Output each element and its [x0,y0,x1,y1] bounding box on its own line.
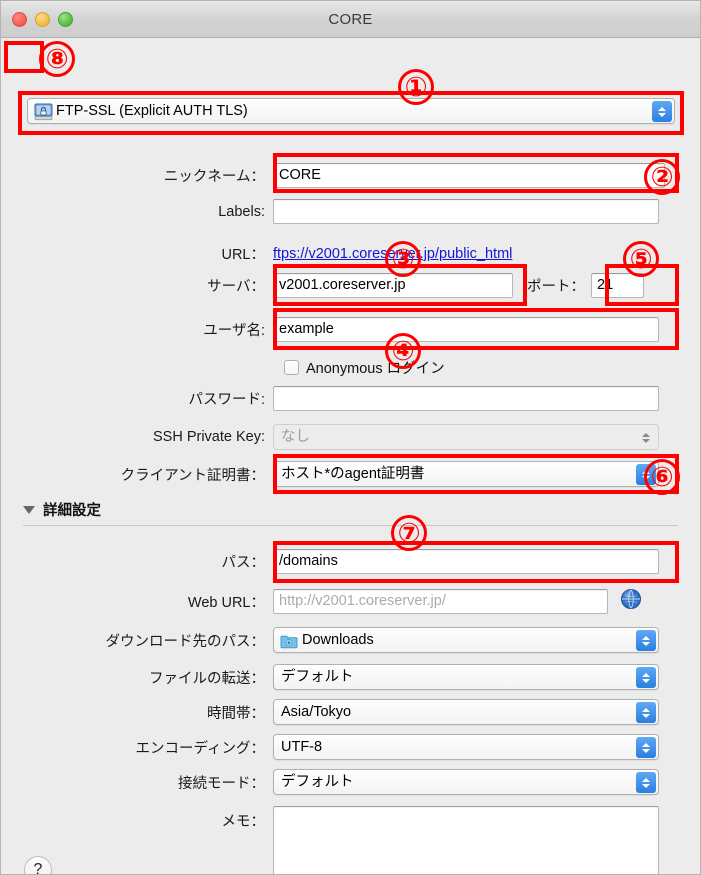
file-transfer-value: デフォルト [281,669,354,685]
password-row: パスワード: [1,386,700,411]
url-row: URL： ftps://v2001.coreserver.jp/public_h… [1,243,700,264]
url-label: URL： [221,247,265,263]
download-path-label: ダウンロード先のパス： [105,633,266,650]
client-cert-popup[interactable]: ホスト*のagent証明書 [273,461,659,487]
nickname-row: ニックネーム： CORE [1,163,700,188]
chevron-updown-icon[interactable] [636,702,656,723]
labels-label: Labels: [218,203,265,220]
protocol-popup[interactable]: FTP-SSL (Explicit AUTH TLS) [27,98,675,124]
core-connection-window: CORE FTP-SSL (Explicit AUTH TLS) ニックネーム：… [0,0,701,875]
anonymous-login-label: Anonymous ログイン [306,361,445,377]
port-field[interactable]: 21 [591,273,644,298]
server-field[interactable]: v2001.coreserver.jp [273,273,513,298]
username-label: ユーザ名: [203,323,265,339]
path-field[interactable]: /domains [273,549,659,574]
connection-mode-row: 接続モード： デフォルト [1,769,700,795]
path-row: パス： /domains [1,549,700,574]
timezone-popup[interactable]: Asia/Tokyo [273,699,659,725]
annotation-marker-8: ⑧ [39,41,75,77]
port-label: ポート： [527,279,585,295]
encoding-value: UTF-8 [281,739,323,755]
labels-field[interactable] [273,199,659,224]
nickname-label: ニックネーム： [163,169,265,185]
web-url-row: Web URL： http://v2001.coreserver.jp/ [1,588,700,615]
connection-mode-value: デフォルト [281,774,354,790]
url-link[interactable]: ftps://v2001.coreserver.jp/public_html [273,246,512,262]
connection-mode-label: 接続モード： [178,775,265,792]
chevron-updown-icon[interactable] [636,772,656,793]
annotation-box-8 [4,41,44,73]
memo-label: メモ： [221,814,266,830]
section-divider [23,525,678,526]
window-title: CORE [328,11,373,28]
chevron-updown-icon[interactable] [636,667,656,688]
chevron-updown-icon[interactable] [636,464,656,485]
server-label: サーバ： [207,279,265,295]
annotation-marker-7: ⑦ [391,515,427,551]
ssh-private-key-popup: なし [273,424,659,450]
file-transfer-popup[interactable]: デフォルト [273,664,659,690]
client-cert-row: クライアント証明書： ホスト*のagent証明書 [1,461,700,487]
globe-icon[interactable] [620,588,642,615]
chevron-updown-icon[interactable] [652,101,672,122]
client-cert-label: クライアント証明書： [120,467,265,484]
web-url-field[interactable]: http://v2001.coreserver.jp/ [273,589,608,614]
encoding-row: エンコーディング： UTF-8 [1,734,700,760]
timezone-row: 時間帯： Asia/Tokyo [1,699,700,725]
ssh-private-key-value: なし [281,429,310,445]
connection-mode-popup[interactable]: デフォルト [273,769,659,795]
web-url-label: Web URL： [187,595,265,611]
path-label: パス： [221,555,266,571]
labels-row: Labels: [1,199,700,224]
encoding-popup[interactable]: UTF-8 [273,734,659,760]
client-cert-value: ホスト*のagent証明書 [281,466,425,482]
advanced-section-toggle[interactable]: 詳細設定 [23,499,101,520]
protocol-value: FTP-SSL (Explicit AUTH TLS) [56,103,248,119]
anonymous-login-checkbox[interactable] [284,360,299,375]
server-row: サーバ： v2001.coreserver.jp ポート： 21 [1,273,700,298]
timezone-label: 時間帯： [207,705,265,722]
chevron-updown-icon[interactable] [636,630,656,651]
chevron-updown-icon [636,427,656,448]
file-transfer-label: ファイルの転送： [149,670,265,687]
download-path-popup[interactable]: Downloads [273,627,659,653]
username-field[interactable]: example [273,317,659,342]
download-path-row: ダウンロード先のパス： Downloads [1,627,700,653]
memo-textarea[interactable] [273,806,659,874]
server-lock-icon [34,103,53,123]
password-field[interactable] [273,386,659,411]
encoding-label: エンコーディング： [135,740,265,757]
chevron-updown-icon[interactable] [636,737,656,758]
advanced-section-label: 詳細設定 [43,503,101,519]
disclosure-triangle-icon[interactable] [23,505,35,514]
username-row: ユーザ名: example [1,317,700,342]
title-bar: CORE [1,1,700,38]
password-label: パスワード: [188,392,265,408]
download-folder-icon [280,633,298,652]
ssh-private-key-row: SSH Private Key: なし [1,424,700,450]
memo-row: メモ： [1,806,700,874]
file-transfer-row: ファイルの転送： デフォルト [1,664,700,690]
nickname-field[interactable]: CORE [273,163,665,188]
timezone-value: Asia/Tokyo [281,704,352,720]
anonymous-login-row[interactable]: Anonymous ログイン [284,357,445,378]
download-path-value: Downloads [302,632,374,648]
ssh-private-key-label: SSH Private Key: [152,429,265,445]
